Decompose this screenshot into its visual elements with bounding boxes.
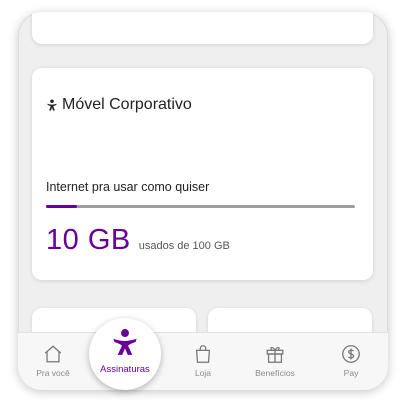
nav-label-pay: Pay xyxy=(343,368,359,378)
plan-header: Móvel Corporativo xyxy=(46,96,192,114)
usage-progress-fill xyxy=(46,205,77,208)
person-icon xyxy=(46,99,58,111)
plan-title: Móvel Corporativo xyxy=(62,96,192,113)
usage-progress-bar xyxy=(46,205,355,208)
plan-card[interactable]: Móvel Corporativo Internet pra usar como… xyxy=(32,68,373,280)
app-screen: Móvel Corporativo Internet pra usar como… xyxy=(0,0,406,406)
phone-frame: Móvel Corporativo Internet pra usar como… xyxy=(18,12,388,390)
nav-label-assinaturas: Assinaturas xyxy=(100,364,150,375)
bottom-nav: Pra você Loja Benefícios Pay xyxy=(18,332,388,390)
gift-icon xyxy=(264,343,286,365)
previous-card[interactable] xyxy=(32,12,373,44)
usage-value: 10 GB xyxy=(46,224,131,256)
usage-limit-text: usados de 100 GB xyxy=(138,240,230,252)
nav-item-beneficios[interactable]: Benefícios xyxy=(240,343,310,378)
usage-label: Internet pra usar como quiser xyxy=(46,180,210,194)
nav-item-assinaturas[interactable]: Assinaturas xyxy=(89,318,161,390)
nav-item-loja[interactable]: Loja xyxy=(168,343,238,378)
home-icon xyxy=(42,343,64,365)
dollar-circle-icon xyxy=(340,343,362,365)
nav-label-pra-voce: Pra você xyxy=(36,368,70,378)
shopping-bag-icon xyxy=(192,343,214,365)
nav-label-loja: Loja xyxy=(194,368,212,378)
nav-item-pra-voce[interactable]: Pra você xyxy=(18,343,88,378)
vivo-person-icon xyxy=(111,328,139,361)
nav-item-pay[interactable]: Pay xyxy=(316,343,386,378)
nav-label-beneficios: Benefícios xyxy=(255,368,295,378)
usage-row: 10 GB usados de 100 GB xyxy=(46,224,230,257)
